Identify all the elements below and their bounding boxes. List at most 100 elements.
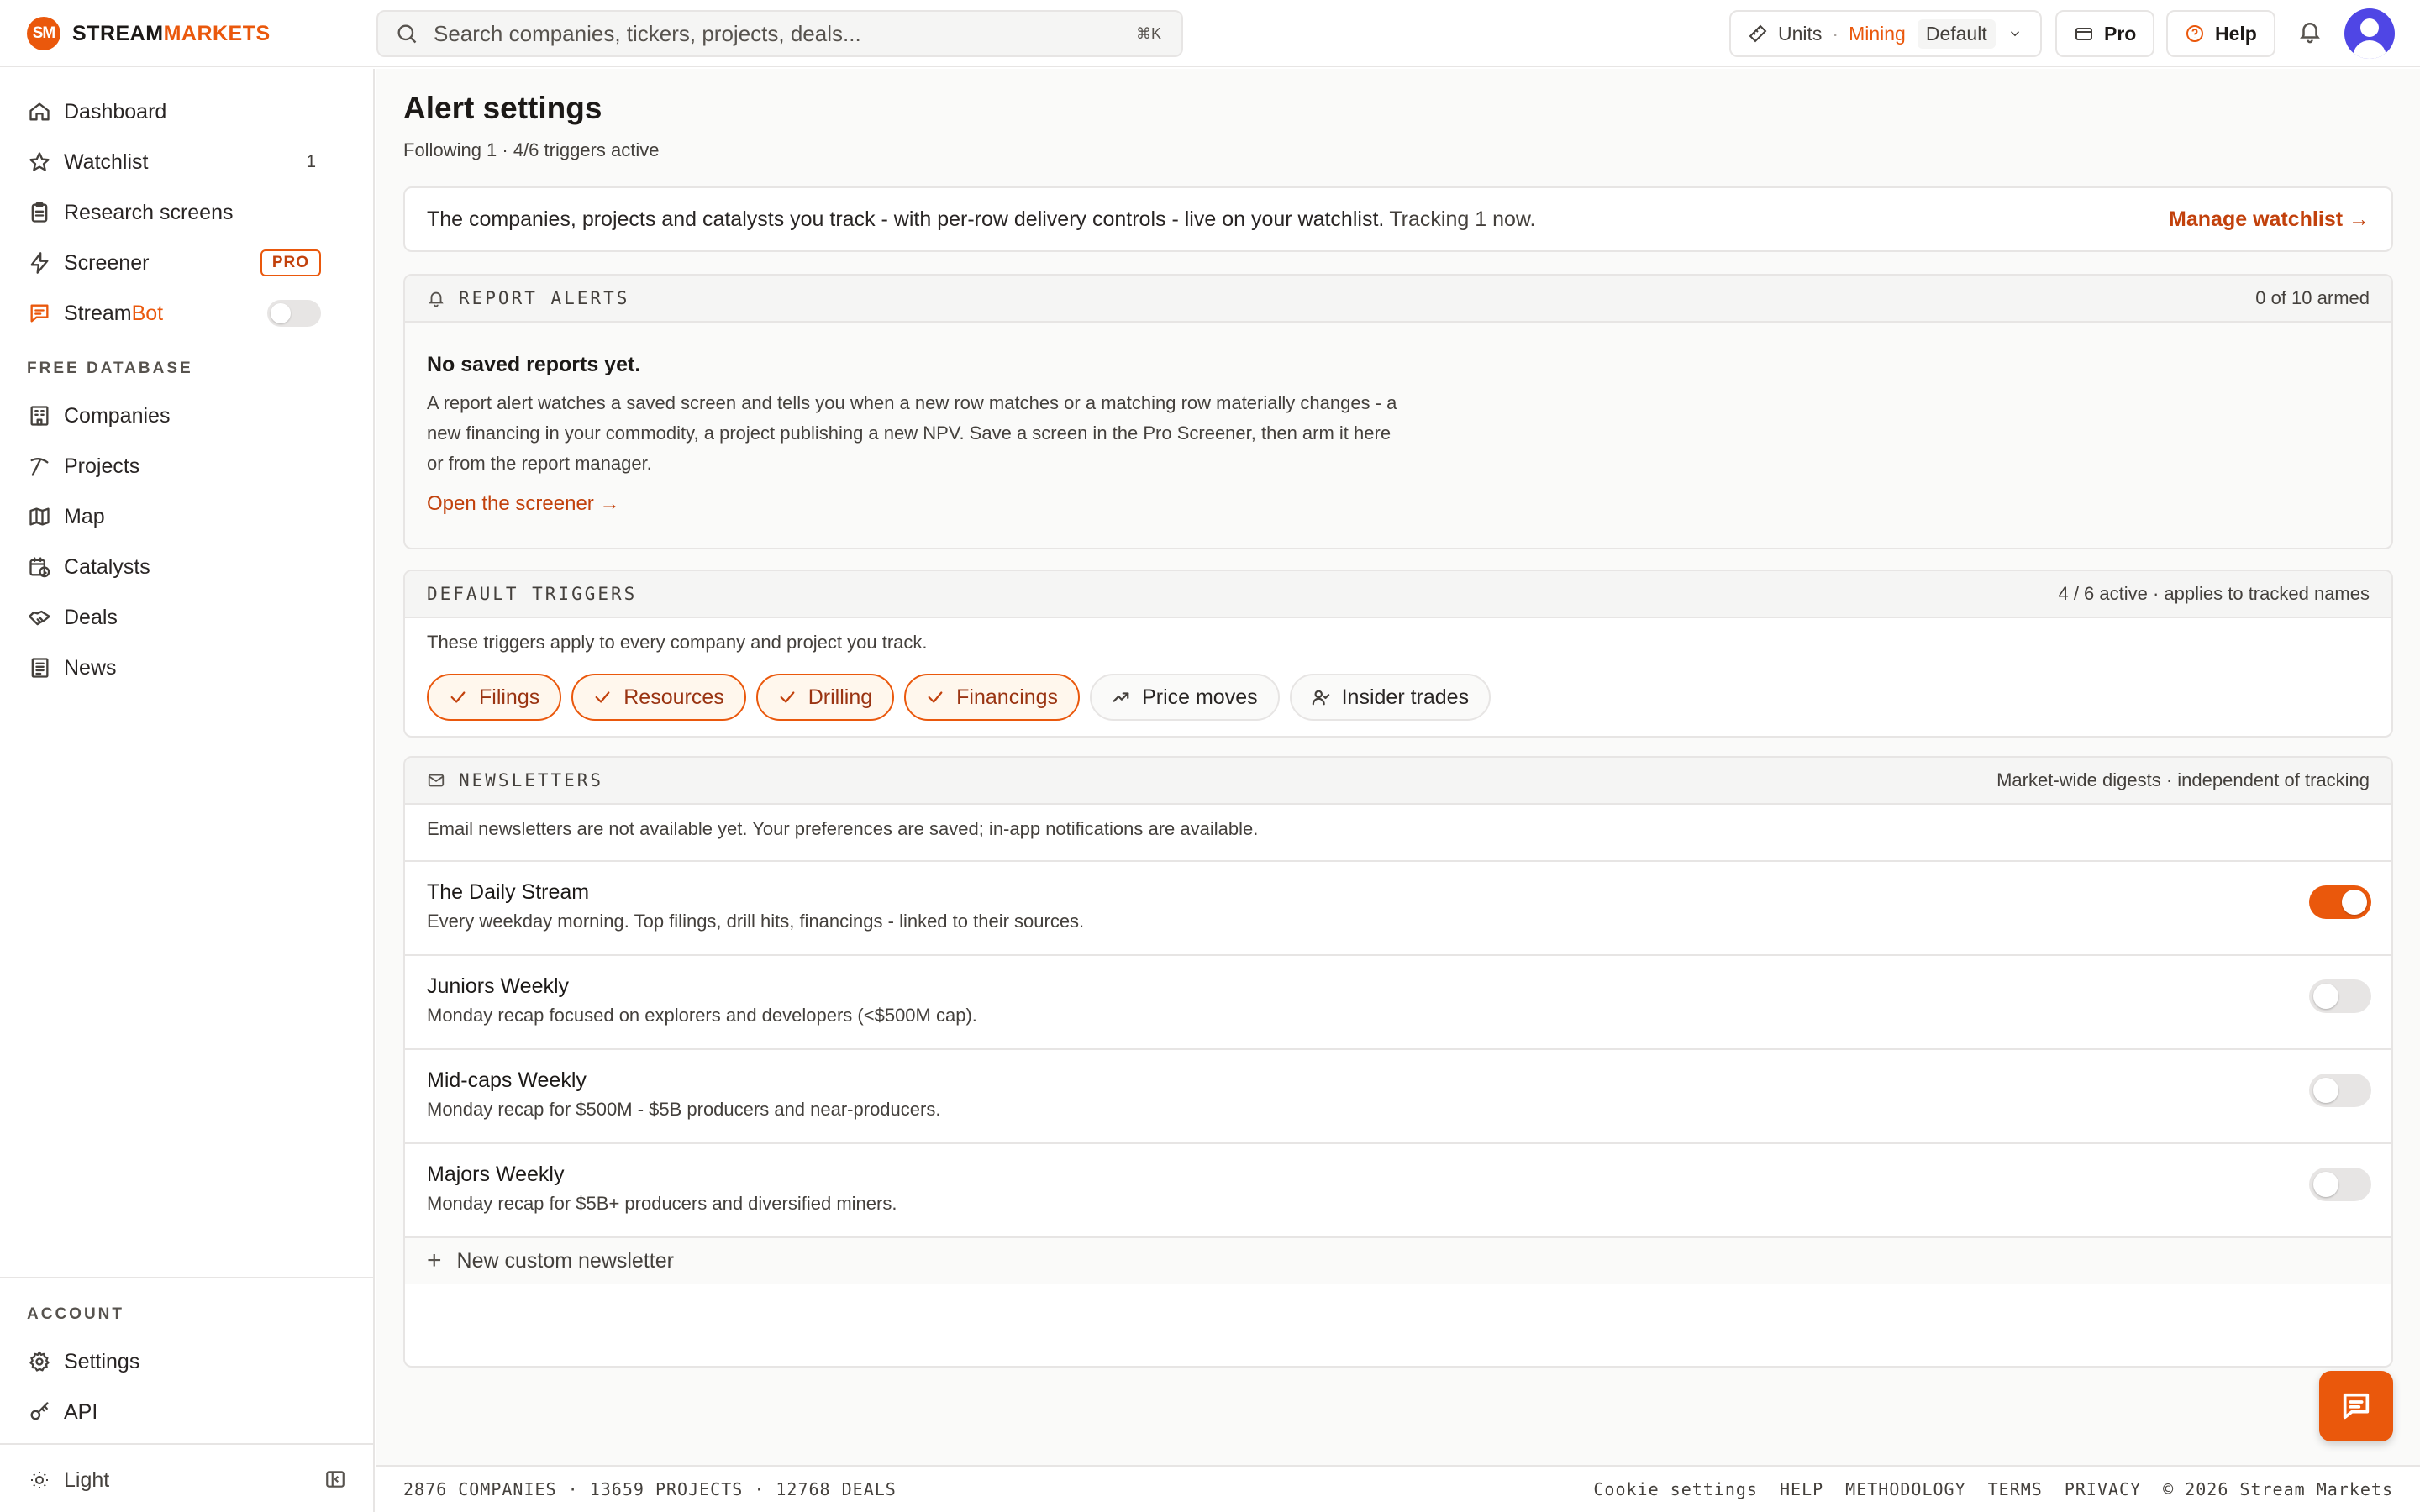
watchlist-count: 1 [306, 152, 316, 171]
footer-link-help[interactable]: HELP [1780, 1479, 1823, 1499]
sidebar-item-research-screens[interactable]: Research screens [27, 187, 321, 238]
streambot-label-bot: Bot [131, 301, 164, 325]
footer-link-cookie-settings[interactable]: Cookie settings [1593, 1479, 1758, 1499]
newsletter-description: Monday recap for $500M - $5B producers a… [427, 1099, 941, 1120]
newsletter-toggle-juniors-weekly[interactable] [2309, 979, 2371, 1013]
top-bar: SM STREAMMARKETS ⌘K Units · Mining Defau… [0, 0, 2420, 67]
mail-icon [428, 774, 445, 787]
chevron-down-icon [2010, 31, 2019, 37]
trigger-chip-filings[interactable]: Filings [427, 674, 562, 721]
trigger-chip-label: Insider trades [1341, 685, 1470, 709]
trending-up-icon [1113, 692, 1129, 702]
check-icon [928, 691, 943, 703]
theme-toggle[interactable]: Light [27, 1462, 346, 1499]
newsletters-card: NEWSLETTERS Market-wide digests · indepe… [403, 756, 2393, 1368]
manage-watchlist-link[interactable]: Manage watchlist → [2169, 207, 2370, 232]
chat-icon [27, 301, 52, 326]
notifications-button[interactable] [2297, 18, 2328, 49]
newsletter-toggle-midcaps-weekly[interactable] [2309, 1074, 2371, 1107]
trigger-chip-drilling[interactable]: Drilling [755, 674, 895, 721]
user-avatar[interactable] [2344, 8, 2395, 59]
units-preset: Default [1917, 18, 1996, 49]
newsletter-toggle-daily-stream[interactable] [2309, 885, 2371, 919]
new-custom-newsletter-button[interactable]: + New custom newsletter [405, 1236, 2391, 1284]
sidebar-item-settings[interactable]: Settings [27, 1336, 321, 1387]
sidebar-item-catalysts[interactable]: Catalysts [27, 542, 321, 592]
sidebar-item-api[interactable]: API [27, 1387, 321, 1437]
collapse-sidebar-button[interactable] [324, 1468, 346, 1496]
logo-wordmark: STREAMMARKETS [72, 22, 271, 46]
pro-button-label: Pro [2104, 22, 2137, 45]
sidebar-item-streambot[interactable]: StreamBot [27, 288, 321, 339]
new-custom-newsletter-label: New custom newsletter [456, 1248, 674, 1273]
theme-label: Light [64, 1467, 110, 1492]
search-bar[interactable]: ⌘K [376, 10, 1183, 57]
search-input[interactable] [434, 20, 1106, 47]
sidebar-db-nav: Companies Projects Map Catalysts Deals N… [27, 391, 321, 693]
user-check-icon [1312, 690, 1329, 706]
search-shortcut: ⌘K [1135, 24, 1161, 42]
streambot-toggle[interactable] [267, 300, 321, 327]
newsletter-toggle-majors-weekly[interactable] [2309, 1168, 2371, 1201]
bell-icon [429, 291, 444, 307]
trigger-chip-resources[interactable]: Resources [571, 674, 746, 721]
newsletter-row-majors-weekly: Majors Weekly Monday recap for $5B+ prod… [405, 1142, 2391, 1236]
newsletter-row-midcaps-weekly: Mid-caps Weekly Monday recap for $500M -… [405, 1048, 2391, 1142]
sidebar-item-map[interactable]: Map [27, 491, 321, 542]
footer-link-privacy[interactable]: PRIVACY [2065, 1479, 2141, 1499]
avatar-head [2360, 18, 2379, 37]
sidebar-item-label: Watchlist [64, 150, 149, 174]
sidebar-item-label: Screener [64, 250, 150, 275]
trigger-chip-insider-trades[interactable]: Insider trades [1289, 674, 1491, 721]
footer-copyright: © 2026 Stream Markets [2163, 1479, 2393, 1499]
footer-link-methodology[interactable]: METHODOLOGY [1845, 1479, 1965, 1499]
sidebar-item-label: News [64, 655, 117, 680]
trigger-chip-label: Filings [479, 685, 540, 709]
help-button[interactable]: Help [2166, 10, 2275, 57]
bell-icon [2300, 23, 2320, 44]
check-icon [780, 691, 795, 703]
trigger-chips: Filings Resources Drilling Financings Pr… [427, 674, 1491, 721]
handshake-icon [27, 605, 52, 630]
sidebar-item-projects[interactable]: Projects [27, 441, 321, 491]
sidebar-collapse-icon [326, 1471, 345, 1488]
report-alerts-armed-count: 0 of 10 armed [2255, 287, 2370, 308]
pro-button[interactable]: Pro [2055, 10, 2155, 57]
sidebar-item-label: Deals [64, 605, 118, 629]
trigger-chip-financings[interactable]: Financings [904, 674, 1081, 721]
trigger-chip-price-moves[interactable]: Price moves [1090, 674, 1280, 721]
empty-state-title: No saved reports yet. [427, 353, 641, 376]
sidebar-item-companies[interactable]: Companies [27, 391, 321, 441]
default-triggers-description: These triggers apply to every company an… [427, 632, 928, 653]
newsletter-description: Every weekday morning. Top filings, dril… [427, 911, 1085, 932]
default-triggers-title: DEFAULT TRIGGERS [427, 584, 638, 604]
trigger-chip-label: Financings [956, 685, 1059, 709]
sidebar-item-screener[interactable]: Screener PRO [27, 238, 321, 288]
newsletter-description: Monday recap focused on explorers and de… [427, 1005, 977, 1026]
logo-word-stream: STREAM [72, 21, 164, 45]
sidebar-item-label: Catalysts [64, 554, 150, 579]
pro-badge: PRO [260, 249, 321, 276]
chat-fab-button[interactable] [2319, 1371, 2393, 1441]
newsletter-row-daily-stream: The Daily Stream Every weekday morning. … [405, 860, 2391, 954]
sidebar-item-deals[interactable]: Deals [27, 592, 321, 643]
calendar-clock-icon [27, 554, 52, 580]
sidebar-account-nav: Settings API [27, 1336, 321, 1437]
empty-state-description: A report alert watches a saved screen an… [427, 392, 1397, 474]
sidebar-item-label: Map [64, 504, 105, 528]
section-label-free-database: FREE DATABASE [27, 360, 193, 377]
footer-link-terms[interactable]: TERMS [1988, 1479, 2043, 1499]
brand-logo[interactable]: SM STREAMMARKETS [27, 17, 271, 50]
default-triggers-meta: 4 / 6 active · applies to tracked names [2058, 583, 2370, 604]
sidebar-item-news[interactable]: News [27, 643, 321, 693]
streambot-label-stream: Stream [64, 301, 132, 325]
newsletter-title: Mid-caps Weekly [427, 1068, 587, 1092]
sidebar-item-dashboard[interactable]: Dashboard [27, 87, 321, 137]
sidebar-item-watchlist[interactable]: Watchlist 1 [27, 137, 321, 187]
sidebar-main-nav: Dashboard Watchlist 1 Research screens S… [27, 87, 321, 339]
trigger-chip-label: Price moves [1142, 685, 1258, 709]
units-selector[interactable]: Units · Mining Default [1729, 10, 2042, 57]
newsletter-description: Monday recap for $5B+ producers and dive… [427, 1193, 897, 1214]
check-icon [595, 691, 610, 703]
open-screener-link[interactable]: Open the screener → [427, 492, 619, 516]
